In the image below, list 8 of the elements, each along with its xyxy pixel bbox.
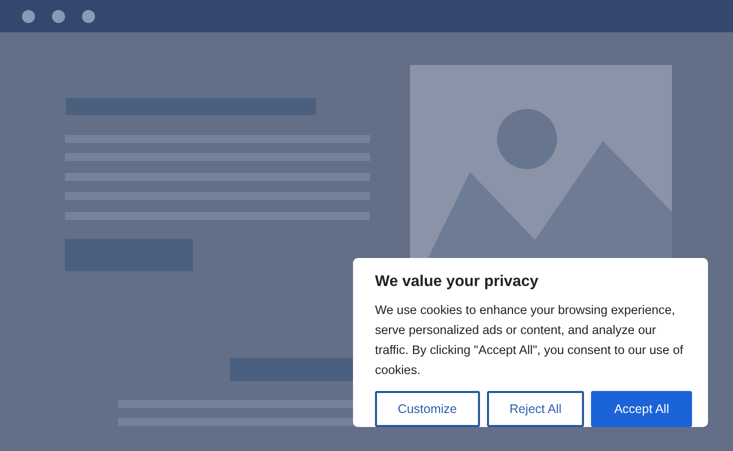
window-dot-icon <box>52 10 65 22</box>
option-button[interactable]: Customize <box>375 391 480 427</box>
option-button[interactable]: Reject All <box>486 391 584 427</box>
window-dot-icon <box>82 10 95 22</box>
accept-button[interactable]: Accept All <box>591 391 692 427</box>
window-dot-icon <box>22 10 35 22</box>
consent-message: We use cookies to enhance your browsing experience, serve personalized ads or content, and analyze our traffic. By clicking "Accept All", you consent to our use of cookies. <box>375 302 684 379</box>
dialog-title: We value your privacy <box>375 273 540 291</box>
